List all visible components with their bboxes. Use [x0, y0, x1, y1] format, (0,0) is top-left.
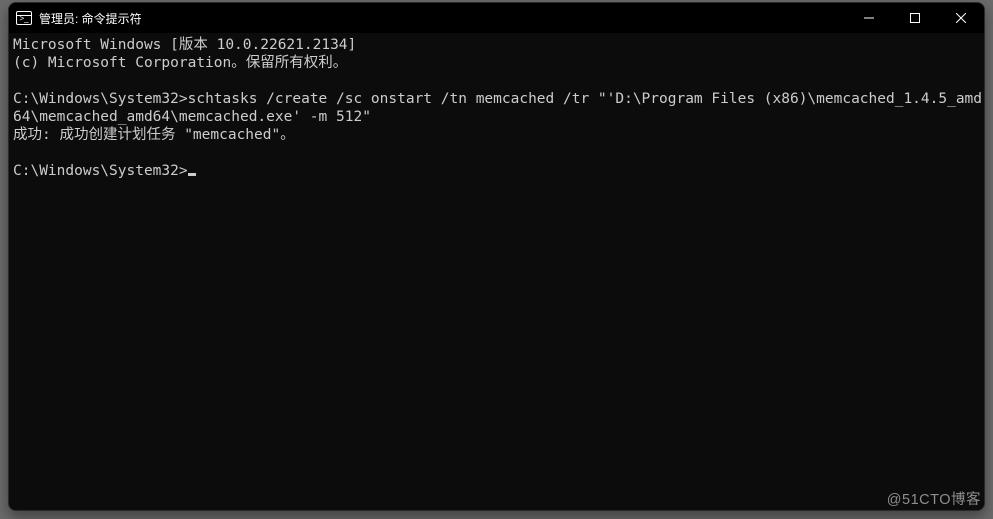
window-title: 管理员: 命令提示符 — [39, 10, 146, 27]
titlebar-drag-region[interactable] — [146, 3, 846, 33]
banner-line-1: Microsoft Windows [版本 10.0.22621.2134] — [13, 37, 356, 53]
close-button[interactable] — [938, 3, 984, 33]
maximize-icon — [910, 13, 920, 23]
prompt-1: C:\Windows\System32> — [13, 91, 188, 107]
minimize-button[interactable] — [846, 3, 892, 33]
cmd-icon: >_ — [16, 11, 32, 25]
result-text: 成功: 成功创建计划任务 "memcached"。 — [13, 127, 295, 143]
maximize-button[interactable] — [892, 3, 938, 33]
command-prompt-window: >_ 管理员: 命令提示符 Microsoft Windows [版本 10.0… — [8, 2, 985, 511]
terminal-output[interactable]: Microsoft Windows [版本 10.0.22621.2134] (… — [9, 33, 984, 510]
app-icon-wrap: >_ — [9, 3, 39, 33]
text-cursor — [188, 173, 196, 176]
close-icon — [956, 13, 966, 23]
banner-line-2: (c) Microsoft Corporation。保留所有权利。 — [13, 55, 347, 71]
titlebar[interactable]: >_ 管理员: 命令提示符 — [9, 3, 984, 33]
minimize-icon — [864, 13, 874, 23]
prompt-2: C:\Windows\System32> — [13, 163, 188, 179]
